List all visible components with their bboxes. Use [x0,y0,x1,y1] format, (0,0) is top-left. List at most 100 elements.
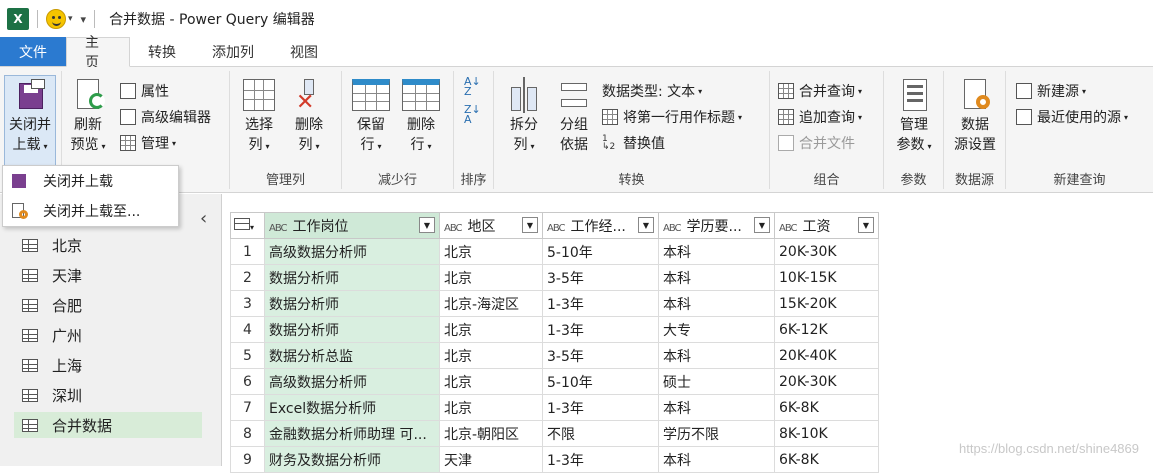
table-row[interactable]: 1 高级数据分析师 北京 5-10年 本科 20K-30K [230,238,879,265]
table-cell[interactable]: 北京 [439,342,543,369]
tab-view[interactable]: 视图 [272,37,336,66]
table-cell[interactable]: 数据分析师 [264,316,440,343]
column-header[interactable]: ABC 工资 ▼ [774,212,879,239]
table-cell[interactable]: 6K-12K [774,316,879,343]
tab-file[interactable]: 文件 [0,37,66,66]
close-load-button[interactable]: 关闭并 上载 ▾ [4,77,56,157]
choose-columns-button[interactable]: 选择 列 ▾ [238,77,280,157]
table-menu-button[interactable]: ▾ [230,212,265,239]
query-item[interactable]: 北京 [14,232,202,258]
tab-add-column[interactable]: 添加列 [194,37,272,66]
merge-queries-button[interactable]: 合并查询 ▾ [778,79,862,103]
table-cell[interactable]: 20K-30K [774,238,879,265]
column-header[interactable]: ABC 工作经... ▼ [542,212,659,239]
column-header[interactable]: ABC 工作岗位 ▼ [264,212,440,239]
table-cell[interactable]: 北京-朝阳区 [439,420,543,447]
table-cell[interactable]: 本科 [658,342,775,369]
table-cell[interactable]: 5-10年 [542,368,659,395]
table-cell[interactable]: 学历不限 [658,420,775,447]
table-cell[interactable]: 15K-20K [774,290,879,317]
data-type-dropdown[interactable]: 数据类型: 文本 ▾ [602,79,702,103]
table-cell[interactable]: 20K-40K [774,342,879,369]
data-source-settings-button[interactable]: 数据 源设置 [950,77,1000,155]
table-cell[interactable]: 3-5年 [542,342,659,369]
filter-dropdown-icon[interactable]: ▼ [858,216,874,233]
table-cell[interactable]: 高级数据分析师 [264,238,440,265]
split-column-button[interactable]: 拆分 列 ▾ [504,77,544,157]
table-cell[interactable]: 数据分析师 [264,264,440,291]
filter-dropdown-icon[interactable]: ▼ [754,216,770,233]
table-cell[interactable]: 6K-8K [774,446,879,473]
replace-values-button[interactable]: 1 ↳2 替换值 [602,131,665,155]
table-row[interactable]: 5 数据分析总监 北京 3-5年 本科 20K-40K [230,342,879,369]
table-cell[interactable]: 本科 [658,446,775,473]
recent-sources-button[interactable]: 最近使用的源 ▾ [1016,105,1128,129]
keep-rows-button[interactable]: 保留 行 ▾ [348,77,394,157]
table-cell[interactable]: 北京-海淀区 [439,290,543,317]
sort-ascending-button[interactable]: A↓ Z [464,76,481,97]
table-cell[interactable]: 10K-15K [774,264,879,291]
table-cell[interactable]: 北京 [439,264,543,291]
tab-transform[interactable]: 转换 [130,37,194,66]
table-row[interactable]: 2 数据分析师 北京 3-5年 本科 10K-15K [230,264,879,291]
table-cell[interactable]: 北京 [439,368,543,395]
new-source-button[interactable]: 新建源 ▾ [1016,79,1086,103]
manage-button[interactable]: 管理 ▾ [120,131,176,155]
first-row-header-button[interactable]: 将第一行用作标题 ▾ [602,105,742,129]
group-by-button[interactable]: 分组 依据 [552,77,596,155]
menu-item-close-load-to[interactable]: 关闭并上载至... [3,196,178,226]
refresh-preview-button[interactable]: 刷新 预览 ▾ [68,77,108,157]
query-item[interactable]: 广州 [14,322,202,348]
query-item[interactable]: 合肥 [14,292,202,318]
filter-dropdown-icon[interactable]: ▼ [638,216,654,233]
table-cell[interactable]: 大专 [658,316,775,343]
table-row[interactable]: 7 Excel数据分析师 北京 1-3年 本科 6K-8K [230,394,879,421]
manage-parameters-button[interactable]: 管理 参数 ▾ [892,77,936,157]
column-header[interactable]: ABC 地区 ▼ [439,212,543,239]
collapse-pane-icon[interactable]: ‹ [200,208,207,229]
table-cell[interactable]: 数据分析总监 [264,342,440,369]
filter-dropdown-icon[interactable]: ▼ [419,216,435,233]
table-cell[interactable]: 金融数据分析师助理 可... [264,420,440,447]
table-cell[interactable]: 数据分析师 [264,290,440,317]
advanced-editor-button[interactable]: 高级编辑器 [120,105,211,129]
remove-columns-button[interactable]: ✕ 删除 列 ▾ [288,77,330,157]
table-row[interactable]: 3 数据分析师 北京-海淀区 1-3年 本科 15K-20K [230,290,879,317]
query-item[interactable]: 天津 [14,262,202,288]
properties-button[interactable]: 属性 [120,79,169,103]
menu-item-close-load[interactable]: 关闭并上载 [3,166,178,196]
table-cell[interactable]: 北京 [439,316,543,343]
table-row[interactable]: 6 高级数据分析师 北京 5-10年 硕士 20K-30K [230,368,879,395]
tab-home[interactable]: 主页 [66,35,130,71]
table-cell[interactable]: 本科 [658,394,775,421]
table-cell[interactable]: 北京 [439,238,543,265]
table-cell[interactable]: 本科 [658,264,775,291]
query-item[interactable]: 深圳 [14,382,202,408]
table-cell[interactable]: 本科 [658,238,775,265]
feedback-smiley-icon[interactable] [46,9,66,29]
column-header[interactable]: ABC 学历要... ▼ [658,212,775,239]
chevron-down-icon[interactable]: ▾ [68,14,73,24]
table-cell[interactable]: Excel数据分析师 [264,394,440,421]
query-item[interactable]: 上海 [14,352,202,378]
table-cell[interactable]: 1-3年 [542,316,659,343]
table-cell[interactable]: 北京 [439,394,543,421]
table-cell[interactable]: 硕士 [658,368,775,395]
table-cell[interactable]: 不限 [542,420,659,447]
table-cell[interactable]: 本科 [658,290,775,317]
table-cell[interactable]: 1-3年 [542,394,659,421]
table-cell[interactable]: 5-10年 [542,238,659,265]
table-cell[interactable]: 1-3年 [542,446,659,473]
sort-descending-button[interactable]: Z↓ A [464,104,481,125]
table-cell[interactable]: 6K-8K [774,394,879,421]
quick-access-customize-icon[interactable]: ▾ [81,13,87,26]
table-cell[interactable]: 1-3年 [542,290,659,317]
table-cell[interactable]: 20K-30K [774,368,879,395]
filter-dropdown-icon[interactable]: ▼ [522,216,538,233]
table-row[interactable]: 9 财务及数据分析师 天津 1-3年 本科 6K-8K [230,446,879,473]
append-queries-button[interactable]: 追加查询 ▾ [778,105,862,129]
table-row[interactable]: 8 金融数据分析师助理 可... 北京-朝阳区 不限 学历不限 8K-10K [230,420,879,447]
table-cell[interactable]: 高级数据分析师 [264,368,440,395]
remove-rows-button[interactable]: 删除 行 ▾ [398,77,444,157]
table-cell[interactable]: 财务及数据分析师 [264,446,440,473]
